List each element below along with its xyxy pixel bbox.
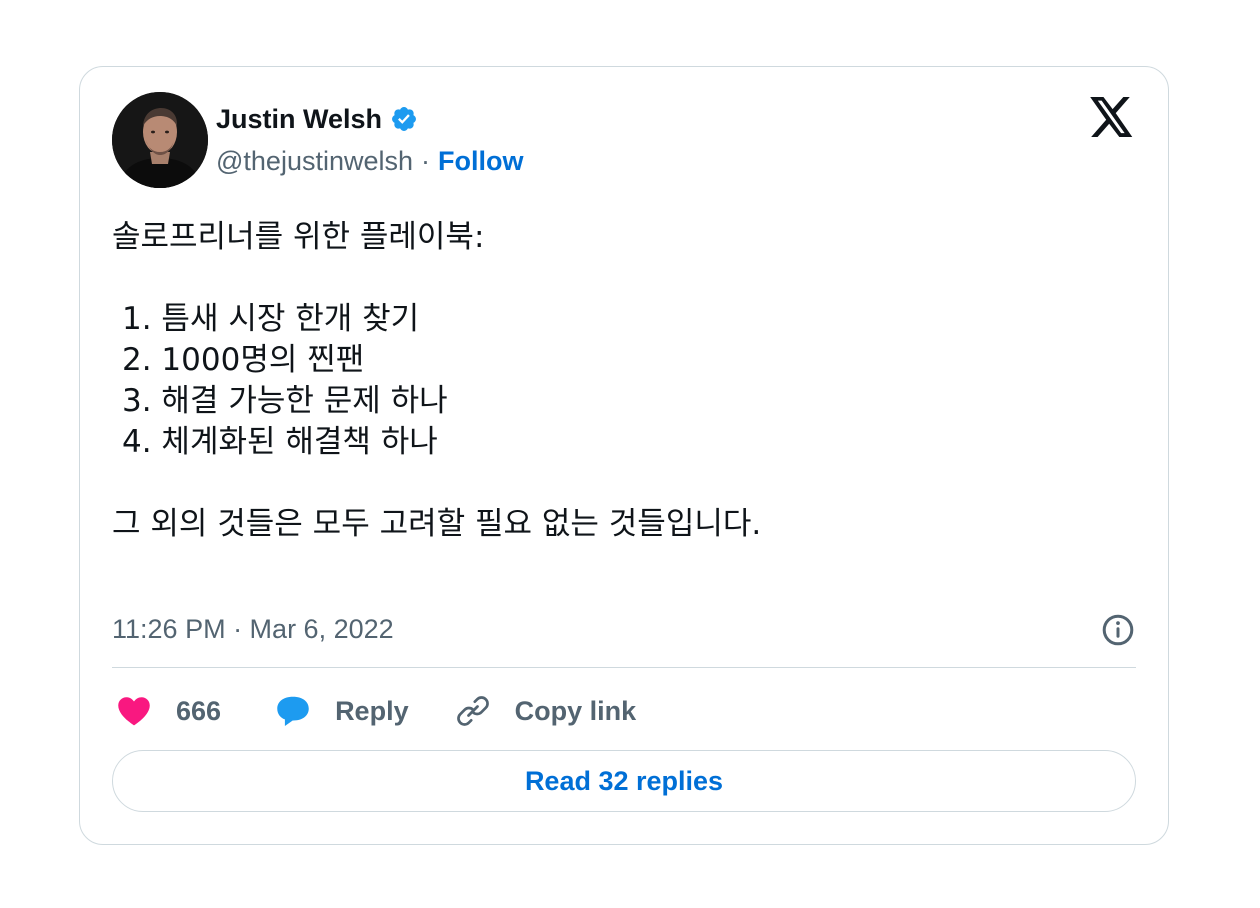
author-display-name[interactable]: Justin Welsh (216, 101, 382, 137)
copy-link-button[interactable]: Copy link (455, 693, 637, 729)
follow-link[interactable]: Follow (438, 143, 523, 179)
reply-label: Reply (335, 695, 409, 726)
timestamp-row: 11:26 PM · Mar 6, 2022 (112, 610, 394, 648)
link-icon (456, 696, 489, 726)
action-bar: 666 Reply Copy link (116, 687, 636, 735)
x-logo-icon[interactable] (1090, 97, 1134, 137)
read-replies-button[interactable]: Read 32 replies (112, 750, 1136, 812)
speech-bubble-icon (277, 696, 309, 726)
tweet-list-item-1: 1. 틈새 시장 한개 찾기 (122, 301, 420, 337)
tweet-line-blank-2 (112, 463, 1132, 504)
tweet-list-item-2: 2. 1000명의 찐팬 (122, 342, 365, 378)
embedded-tweet-card: Justin Welsh @thejustinwelsh · Follow 솔로… (79, 66, 1169, 845)
tweet-line-closing: 그 외의 것들은 모두 고려할 필요 없는 것들입니다. (112, 506, 762, 542)
like-count: 666 (176, 695, 222, 726)
author-handle[interactable]: @thejustinwelsh (216, 143, 413, 179)
tweet-line-intro: 솔로프리너를 위한 플레이북: (112, 219, 485, 255)
divider (112, 667, 1136, 668)
avatar[interactable] (112, 92, 208, 188)
tweet-timestamp[interactable]: 11:26 PM · Mar 6, 2022 (112, 614, 394, 645)
separator-dot: · (421, 146, 431, 176)
verified-badge-icon (392, 107, 417, 131)
reply-button[interactable]: Reply (275, 693, 409, 729)
author-handle-row: @thejustinwelsh · Follow (216, 143, 524, 179)
tweet-list-item-4: 4. 체계화된 해결책 하나 (122, 424, 438, 460)
info-icon[interactable] (1100, 612, 1136, 648)
like-button[interactable]: 666 (116, 693, 221, 729)
copy-link-label: Copy link (514, 695, 637, 726)
tweet-list-item-3: 3. 해결 가능한 문제 하나 (122, 383, 448, 419)
heart-icon (118, 697, 150, 726)
read-replies-label: Read 32 replies (524, 765, 724, 796)
avatar-photo-icon (112, 92, 208, 188)
tweet-text: 솔로프리너를 위한 플레이북: 1. 틈새 시장 한개 찾기 2. 1000명의… (112, 217, 1132, 545)
author-name-row: Justin Welsh (216, 101, 418, 137)
